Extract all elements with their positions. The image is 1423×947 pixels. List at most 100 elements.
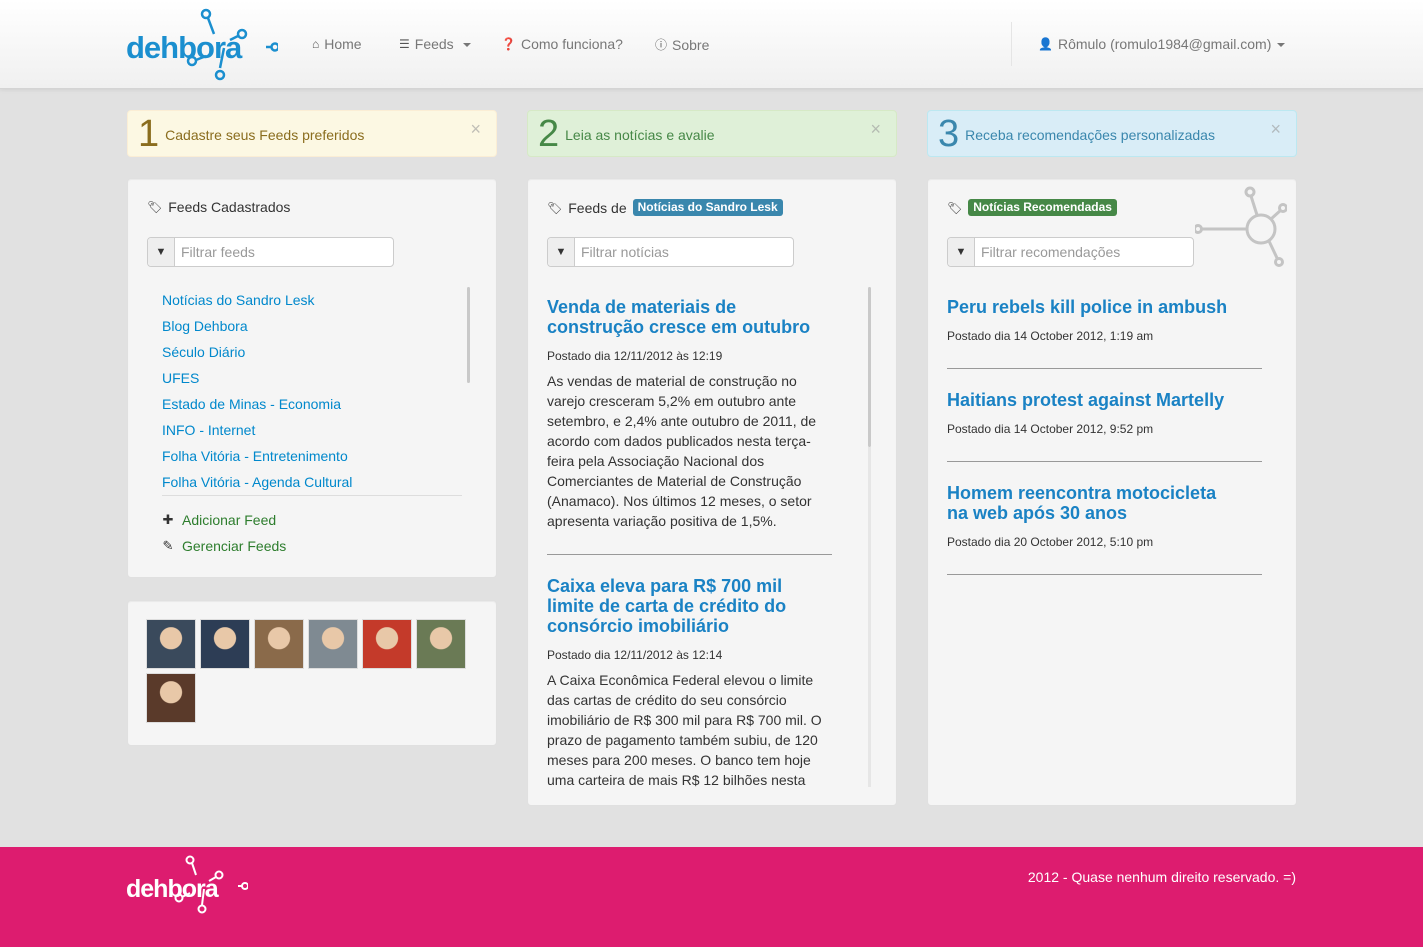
- step-number: 3: [938, 112, 960, 155]
- news-item: Caixa eleva para R$ 700 mil limite de ca…: [547, 576, 833, 787]
- user-icon: 👤: [1038, 37, 1053, 51]
- step-text: Leia as notícias e avalie: [565, 126, 715, 143]
- feed-item[interactable]: UFES: [162, 365, 462, 391]
- rec-title[interactable]: Peru rebels kill police in ambush: [947, 297, 1233, 317]
- close-icon[interactable]: ×: [1270, 119, 1281, 140]
- feed-item[interactable]: Folha Vitória - Entretenimento: [162, 443, 462, 469]
- news-body: A Caixa Econômica Federal elevou o limit…: [547, 672, 822, 787]
- friends-panel: [127, 600, 497, 746]
- divider: [947, 368, 1262, 369]
- brand-logo[interactable]: dehbora: [126, 8, 278, 82]
- nav-how-it-works[interactable]: ❓ Como funciona?: [501, 36, 623, 52]
- navbar: dehbora ⌂ Home ☰ Feeds ❓ Como funciona? …: [0, 0, 1423, 89]
- feeds-list: Notícias do Sandro Lesk Blog Dehbora Séc…: [162, 287, 462, 491]
- rec-item: Peru rebels kill police in ambush Postad…: [947, 297, 1233, 343]
- step-text: Cadastre seus Feeds preferidos: [165, 126, 365, 143]
- avatar[interactable]: [416, 619, 466, 669]
- tag-icon: 🏷: [947, 200, 963, 215]
- nav-about-label: Sobre: [672, 36, 710, 53]
- feed-item[interactable]: Blog Dehbora: [162, 313, 462, 339]
- rec-panel-header: 🏷 Notícias Recomendadas: [947, 199, 1117, 216]
- feeds-panel-title: Feeds Cadastrados: [168, 199, 291, 215]
- avatar[interactable]: [308, 619, 358, 669]
- nav-how-label: Como funciona?: [520, 36, 623, 52]
- feeds-panel-header: 🏷 Feeds Cadastrados: [147, 199, 290, 215]
- feed-item[interactable]: INFO - Internet: [162, 417, 462, 443]
- filter-icon: ▼: [148, 238, 175, 266]
- rec-item: Haitians protest against Martelly Postad…: [947, 390, 1233, 436]
- feeds-panel: 🏷 Feeds Cadastrados ▼ Notícias do Sandro…: [127, 178, 497, 578]
- rec-date: Postado dia 20 October 2012, 5:10 pm: [947, 535, 1154, 549]
- question-icon: ❓: [501, 37, 516, 51]
- rec-date: Postado dia 14 October 2012, 1:19 am: [947, 329, 1154, 343]
- list-icon: ☰: [399, 37, 410, 51]
- step-2-alert: 2 Leia as notícias e avalie ×: [527, 110, 897, 157]
- add-feed-button[interactable]: ✚ Adicionar Feed: [162, 512, 277, 528]
- feed-item[interactable]: Folha Vitória - Agenda Cultural: [162, 469, 462, 491]
- news-panel: 🏷 Feeds de Notícias do Sandro Lesk ▼ Ven…: [527, 178, 897, 806]
- divider: [947, 461, 1262, 462]
- user-name: Rômulo (romulo1984@gmail.com): [1057, 36, 1272, 52]
- filter-icon: ▼: [948, 238, 975, 266]
- avatar[interactable]: [200, 619, 250, 669]
- network-icon: [1195, 186, 1287, 267]
- plus-icon: ✚: [162, 512, 174, 527]
- step-1-alert: 1 Cadastre seus Feeds preferidos ×: [127, 110, 497, 157]
- divider: [162, 495, 462, 496]
- footer: dehbora 2012 - Quase nenhum direito rese…: [0, 847, 1423, 947]
- news-body: As vendas de material de construção no v…: [547, 373, 817, 529]
- close-icon[interactable]: ×: [870, 119, 881, 140]
- news-scrollbar[interactable]: [868, 287, 871, 447]
- nav-feeds-label: Feeds: [414, 36, 454, 52]
- add-feed-label: Adicionar Feed: [182, 512, 277, 528]
- user-menu[interactable]: 👤 Rômulo (romulo1984@gmail.com): [1038, 36, 1286, 52]
- chevron-down-icon: [462, 43, 471, 47]
- nav-feeds-dropdown[interactable]: ☰ Feeds: [399, 36, 471, 52]
- news-date: Postado dia 12/11/2012 às 12:14: [547, 648, 723, 662]
- tag-icon: 🏷: [147, 200, 163, 214]
- rec-item: Homem reencontra motocicleta na web após…: [947, 483, 1233, 549]
- footer-copyright: 2012 - Quase nenhum direito reservado. =…: [1027, 869, 1296, 885]
- news-scroll-track: [868, 447, 871, 787]
- avatar[interactable]: [362, 619, 412, 669]
- step-number: 1: [138, 112, 160, 155]
- avatar-grid: [146, 619, 476, 723]
- avatar[interactable]: [254, 619, 304, 669]
- info-icon: ⓘ: [655, 38, 668, 52]
- manage-feeds-label: Gerenciar Feeds: [182, 538, 287, 554]
- divider: [547, 554, 832, 555]
- edit-icon: ✎: [162, 538, 174, 553]
- avatar[interactable]: [146, 673, 196, 723]
- recommendations-panel: 🏷 Notícias Recomendadas ▼ Peru rebels ki…: [927, 178, 1297, 806]
- feed-item[interactable]: Século Diário: [162, 339, 462, 365]
- nav-home-label: Home: [324, 36, 362, 52]
- feed-item[interactable]: Notícias do Sandro Lesk: [162, 287, 462, 313]
- recommended-badge: Notícias Recomendadas: [968, 199, 1117, 216]
- home-icon: ⌂: [312, 37, 320, 51]
- news-title[interactable]: Caixa eleva para R$ 700 mil limite de ca…: [547, 576, 833, 636]
- feeds-scrollbar[interactable]: [467, 287, 470, 383]
- nav-divider: [1011, 22, 1012, 66]
- close-icon[interactable]: ×: [470, 119, 481, 140]
- rec-filter-input[interactable]: [975, 238, 1193, 266]
- step-3-alert: 3 Receba recomendações personalizadas ×: [927, 110, 1297, 157]
- news-item: Venda de materiais de construção cresce …: [547, 297, 833, 531]
- news-title[interactable]: Venda de materiais de construção cresce …: [547, 297, 833, 337]
- footer-logo: dehbora: [126, 855, 248, 915]
- avatar[interactable]: [146, 619, 196, 669]
- footer-brand-name: dehbora: [126, 875, 219, 903]
- feeds-filter-input[interactable]: [175, 238, 393, 266]
- feed-item[interactable]: Estado de Minas - Economia: [162, 391, 462, 417]
- nav-home[interactable]: ⌂ Home: [312, 36, 362, 52]
- news-list: Venda de materiais de construção cresce …: [528, 179, 896, 787]
- step-number: 2: [538, 112, 560, 155]
- feeds-filter: ▼: [147, 237, 394, 267]
- chevron-down-icon: [1277, 43, 1286, 47]
- brand-name: dehbora: [126, 30, 242, 65]
- nav-about[interactable]: ⓘ Sobre: [655, 36, 709, 53]
- rec-title[interactable]: Haitians protest against Martelly: [947, 390, 1233, 410]
- divider: [947, 574, 1262, 575]
- step-text: Receba recomendações personalizadas: [965, 126, 1215, 143]
- manage-feeds-button[interactable]: ✎ Gerenciar Feeds: [162, 538, 287, 554]
- rec-title[interactable]: Homem reencontra motocicleta na web após…: [947, 483, 1233, 523]
